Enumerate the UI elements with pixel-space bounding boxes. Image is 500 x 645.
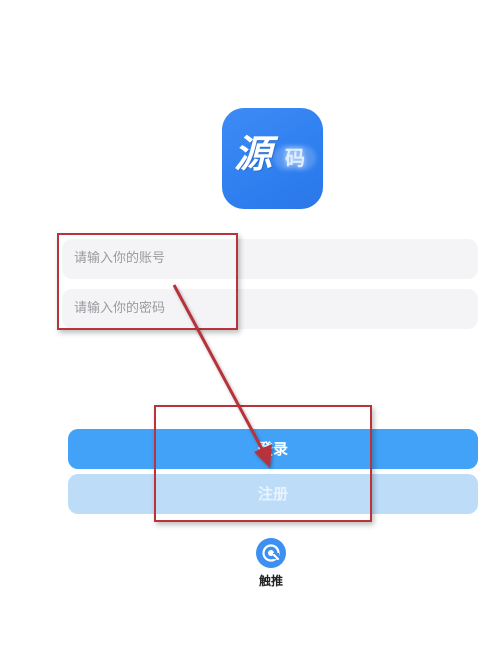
touch-push-button[interactable] <box>256 538 286 568</box>
logo-sub-text: 码 <box>274 143 316 173</box>
account-input[interactable]: 请输入你的账号 <box>62 239 478 279</box>
app-logo: 源 码 <box>222 108 323 209</box>
touch-push-icon <box>262 544 280 562</box>
password-placeholder: 请输入你的密码 <box>74 301 166 316</box>
login-page: 源 码 请输入你的账号 请输入你的密码 登录 注册 触推 <box>0 0 500 645</box>
password-input[interactable]: 请输入你的密码 <box>62 289 478 329</box>
login-button[interactable]: 登录 <box>68 429 478 469</box>
login-button-label: 登录 <box>257 440 288 458</box>
register-button-label: 注册 <box>257 485 288 503</box>
logo-main-char: 源 <box>234 131 273 176</box>
register-button[interactable]: 注册 <box>68 474 478 514</box>
account-placeholder: 请输入你的账号 <box>74 251 166 266</box>
touch-push-label: 触推 <box>258 574 283 588</box>
